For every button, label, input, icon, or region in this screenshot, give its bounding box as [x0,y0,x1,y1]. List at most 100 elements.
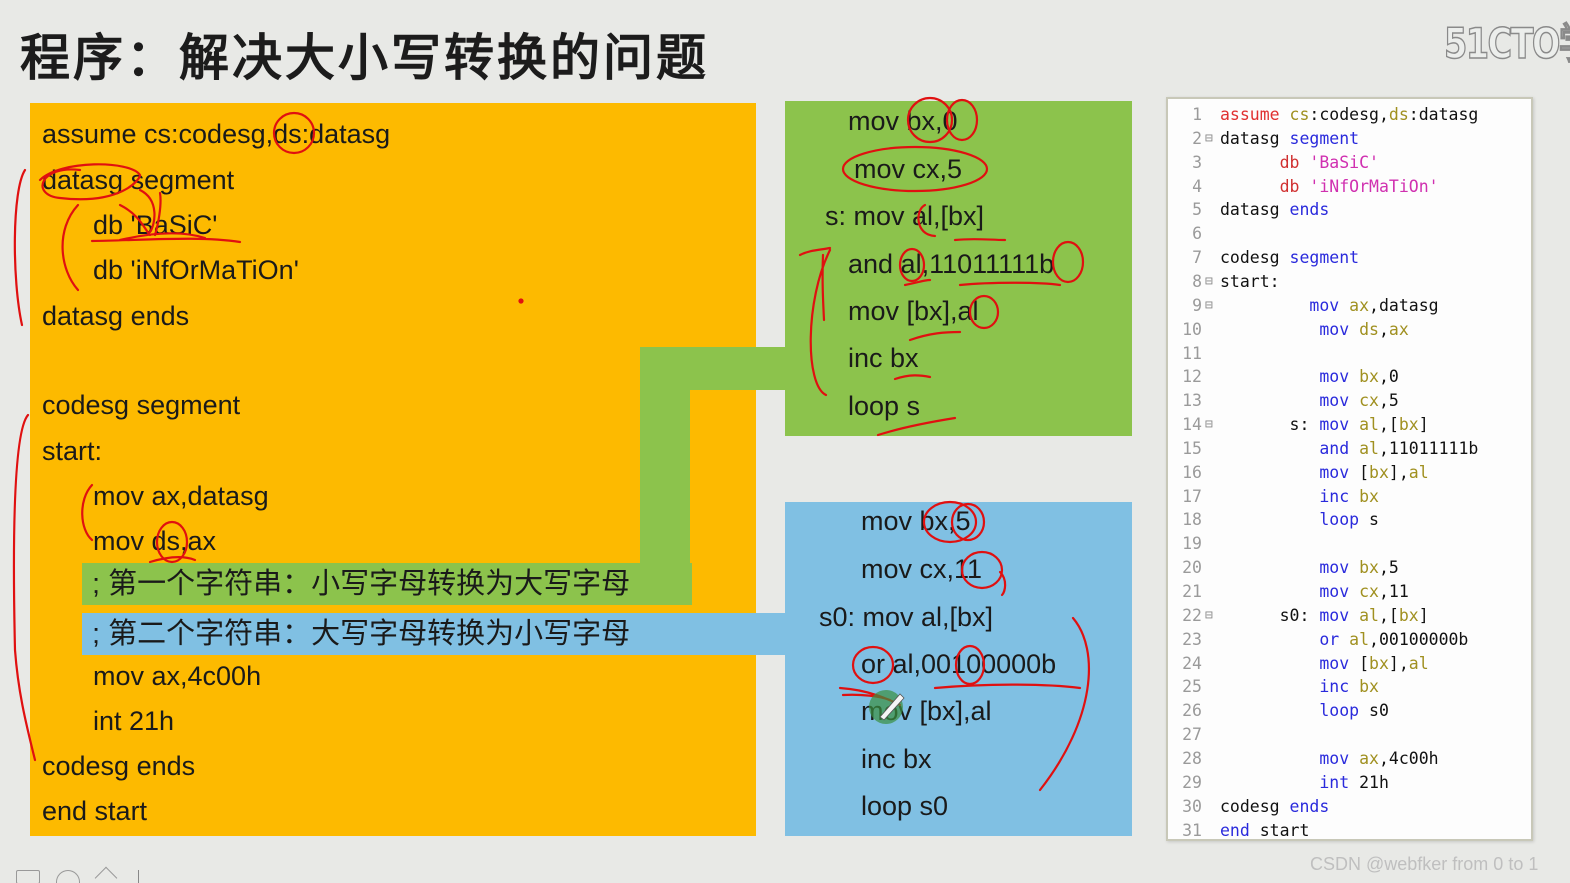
editor-line[interactable]: 2 ⊟ datasg segment [1168,127,1531,151]
code-token: al [1359,438,1379,458]
code-token: al [1359,415,1379,435]
editor-line[interactable]: 12 mov bx,0 [1168,365,1531,389]
code-token: ,11011111b [1378,438,1479,458]
line-number: 7 [1192,248,1202,268]
green-code-line: and al,11011111b [848,249,1055,279]
editor-line[interactable]: 28 mov ax,4c00h [1168,747,1531,771]
line-number: 23 [1182,629,1202,649]
editor-line[interactable]: 9 ⊟ mov ax,datasg [1168,294,1531,318]
editor-line[interactable]: 11 [1168,342,1531,366]
code-token: ,5 [1378,558,1399,578]
editor-line[interactable]: 13 mov cx,5 [1168,389,1531,413]
line-code: loop s [1220,508,1379,532]
line-number: 20 [1182,558,1202,578]
editor-line[interactable]: 22 ⊟ s0: mov al,[bx] [1168,604,1531,628]
pen-icon[interactable] [56,870,80,883]
editor-line[interactable]: 18 loop s [1168,508,1531,532]
fold-toggle-icon[interactable]: ⊟ [1205,413,1213,437]
line-number: 29 [1182,772,1202,792]
editor-line[interactable]: 6 [1168,222,1531,246]
code-token: loop [1319,701,1360,721]
editor-line[interactable]: 3 db 'BaSiC' [1168,151,1531,175]
green-connector-horizontal [640,347,786,390]
editor-line[interactable]: 7 codesg segment [1168,246,1531,270]
editor-line[interactable]: 15 and al,11011111b [1168,437,1531,461]
line-number: 22 [1182,605,1202,625]
editor-line[interactable]: 8 ⊟ start: [1168,270,1531,294]
fold-toggle-icon[interactable]: ⊟ [1205,127,1213,151]
fold-toggle-icon[interactable]: ⊟ [1205,604,1213,628]
editor-line[interactable]: 20 mov bx,5 [1168,556,1531,580]
line-code: mov ax,datasg [1220,294,1438,318]
code-token: s: [1220,415,1320,435]
code-token: [ [1349,653,1370,673]
code-token: mov [1319,462,1350,482]
fold-toggle-icon[interactable]: ⊟ [1205,294,1213,318]
code-token: ax [1359,748,1379,768]
line-number: 14 [1182,415,1202,435]
editor-line[interactable]: 1 assume cs:codesg,ds:datasg [1168,103,1531,127]
blue-code-line: mov bx,5 [861,506,971,536]
editor-line[interactable]: 30 codesg ends [1168,795,1531,819]
code-line: db 'iNfOrMaTiOn' [93,255,299,285]
code-token: al [1408,462,1429,482]
blue-code-line: s0: mov al,[bx] [819,602,994,632]
blue-code-line: mov cx,11 [861,554,983,584]
editor-line[interactable]: 23 or al,00100000b [1168,628,1531,652]
fold-toggle-icon[interactable]: ⊟ [1205,270,1213,294]
line-code: mov [bx],al [1220,461,1429,485]
ink-bracket-left-top [13,168,27,327]
line-code: mov bx,0 [1220,365,1399,389]
editor-line[interactable]: 24 mov [bx],al [1168,652,1531,676]
code-token: mov [1319,653,1350,673]
code-token: ,0 [1378,367,1399,387]
line-code: datasg ends [1220,198,1329,222]
code-line: assume cs:codesg,ds:datasg [42,119,391,149]
code-token: ds [1359,319,1379,339]
code-line: mov ax,datasg [93,481,269,511]
line-number: 18 [1182,510,1202,530]
editor-line[interactable]: 10 mov ds,ax [1168,318,1531,342]
editor-line[interactable]: 17 inc bx [1168,485,1531,509]
editor-line[interactable]: 16 mov [bx],al [1168,461,1531,485]
line-code: mov cx,11 [1220,580,1408,604]
line-code: s0: mov al,[bx] [1220,604,1429,628]
pointer-icon[interactable] [138,870,139,883]
code-token: bx [1369,653,1389,673]
line-number: 13 [1182,391,1202,411]
comment-second-string: ; 第二个字符串：大写字母转换为小写字母 [82,613,786,655]
editor-line[interactable]: 21 mov cx,11 [1168,580,1531,604]
keyboard-icon[interactable] [16,870,40,883]
editor-line[interactable]: 31 end start [1168,819,1531,843]
editor-line[interactable]: 29 int 21h [1168,771,1531,795]
code-line: int 21h [93,706,175,736]
blue-code-line: loop s0 [861,791,949,821]
code-token: mov [1319,582,1350,601]
editor-line[interactable]: 14 ⊟ s: mov al,[bx] [1168,413,1531,437]
editor-line[interactable]: 19 [1168,532,1531,556]
code-token: 'BaSiC' [1309,152,1379,172]
code-token: mov [1319,558,1350,578]
editor-line[interactable]: 26 loop s0 [1168,699,1531,723]
editor-line[interactable]: 25 inc bx [1168,675,1531,699]
code-token: :datasg [1408,105,1479,124]
code-editor[interactable]: 1 assume cs:codesg,ds:datasg 2 ⊟ datasg segm… [1166,97,1533,841]
code-token: int [1319,772,1350,792]
editor-line[interactable]: 27 [1168,723,1531,747]
editor-line[interactable]: 5 datasg ends [1168,198,1531,222]
editor-line[interactable]: 4 db 'iNfOrMaTiOn' [1168,175,1531,199]
eraser-icon[interactable] [94,866,118,883]
